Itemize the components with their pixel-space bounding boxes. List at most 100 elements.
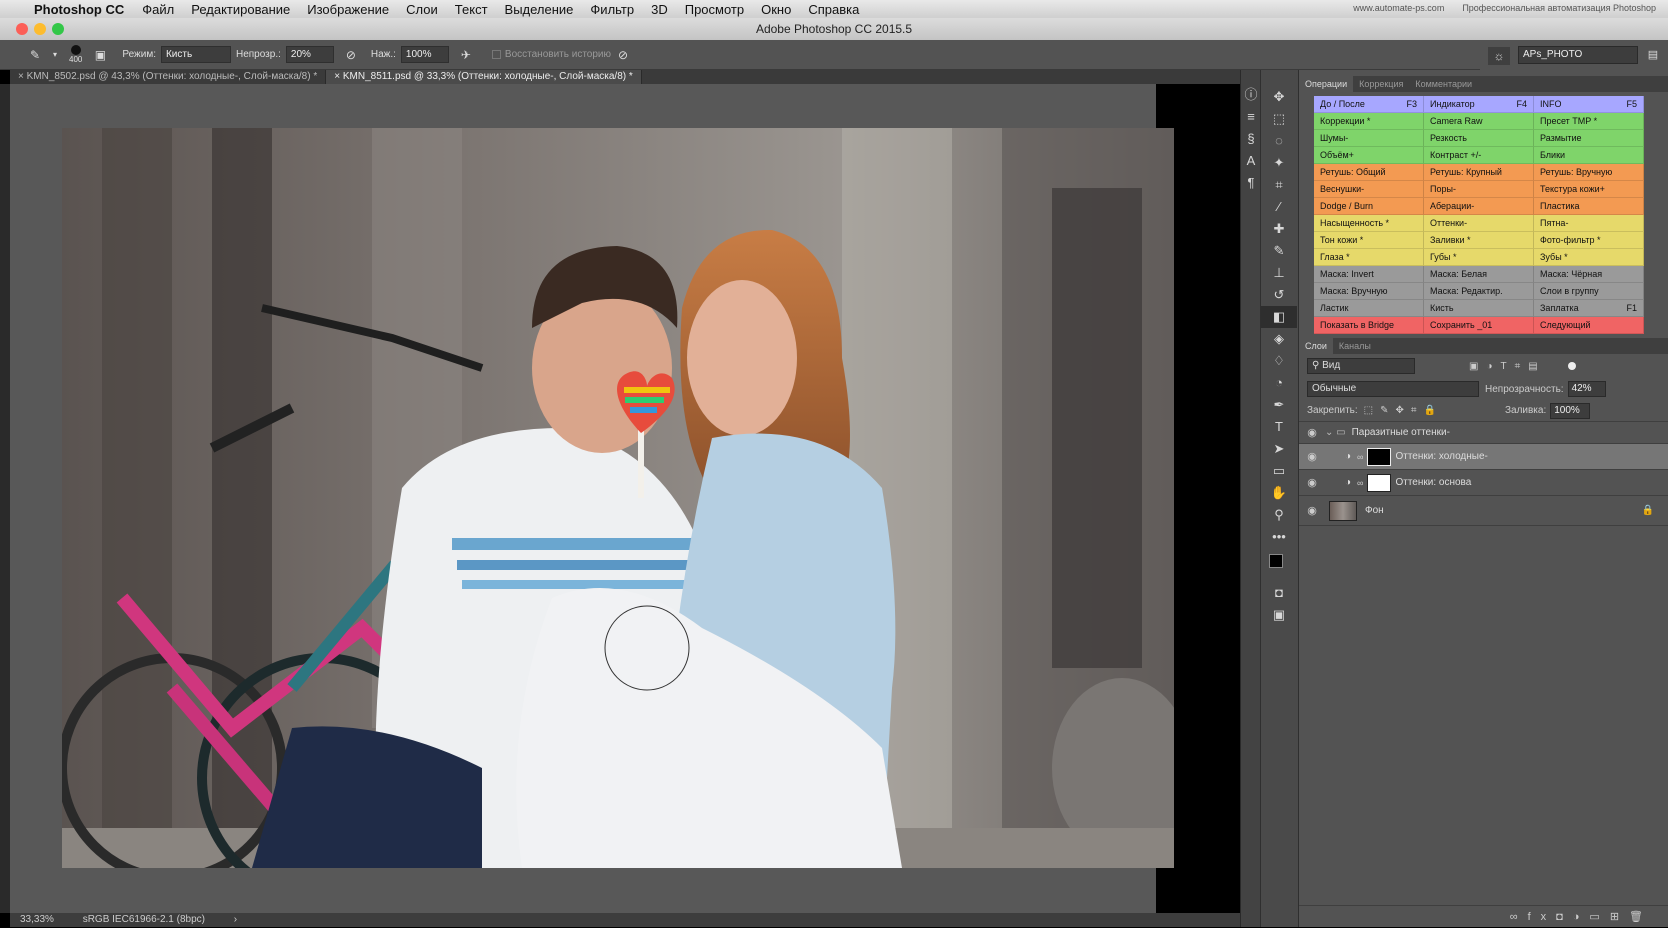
- close-icon[interactable]: ×: [334, 71, 343, 82]
- action-button[interactable]: Текстура кожи+: [1534, 181, 1644, 198]
- more-tools-icon[interactable]: •••: [1261, 526, 1297, 548]
- airbrush-icon[interactable]: ✈: [457, 48, 475, 62]
- workspace-menu-icon[interactable]: ▤: [1644, 46, 1662, 64]
- action-button[interactable]: Веснушки-: [1314, 181, 1424, 198]
- eye-icon[interactable]: ◉: [1299, 426, 1325, 439]
- eye-icon[interactable]: ◉: [1299, 450, 1325, 463]
- eyedropper-icon[interactable]: ⁄: [1261, 196, 1297, 218]
- action-button[interactable]: До / После F3: [1314, 96, 1424, 113]
- quick-mask-icon[interactable]: ◘: [1261, 582, 1297, 604]
- tab-comments[interactable]: Комментарии: [1409, 76, 1478, 92]
- foreground-color-swatch[interactable]: [1269, 554, 1283, 568]
- layer-mask-thumbnail[interactable]: [1367, 447, 1392, 466]
- menu-select[interactable]: Выделение: [505, 2, 574, 17]
- action-button[interactable]: Губы *: [1424, 249, 1534, 266]
- menu-file[interactable]: Файл: [142, 2, 174, 17]
- screen-mode-icon[interactable]: ▣: [1261, 604, 1297, 626]
- dodge-tool-icon[interactable]: ◔: [1261, 372, 1297, 394]
- action-button[interactable]: Пресет TMP *: [1534, 113, 1644, 130]
- hand-tool-icon[interactable]: ✋: [1261, 482, 1297, 504]
- opacity-input[interactable]: 20%: [285, 46, 334, 63]
- action-button[interactable]: Ретушь: Вручную: [1534, 164, 1644, 181]
- action-button[interactable]: Заливки *: [1424, 232, 1534, 249]
- group-expand-icon[interactable]: ⌄ ▭: [1325, 427, 1346, 438]
- close-window-button[interactable]: [16, 23, 28, 35]
- brush-tool-icon[interactable]: ✎: [1261, 240, 1297, 262]
- blur-tool-icon[interactable]: ♢: [1261, 350, 1297, 372]
- history-brush-icon[interactable]: ↺: [1261, 284, 1297, 306]
- action-button[interactable]: Маска: Белая: [1424, 266, 1534, 283]
- layer-row-background[interactable]: ◉ Фон 🔒: [1299, 496, 1668, 526]
- lock-icons[interactable]: ⬚✎✥⌗🔒: [1364, 405, 1443, 416]
- erase-to-history-checkbox[interactable]: [491, 50, 501, 59]
- layer-row-selected[interactable]: ◉ ◑ ∞ Оттенки: холодные-: [1299, 444, 1668, 470]
- action-button[interactable]: Показать в Bridge: [1314, 317, 1424, 334]
- action-button[interactable]: Ретушь: Общий: [1314, 164, 1424, 181]
- action-button[interactable]: Camera Raw: [1424, 113, 1534, 130]
- action-button[interactable]: Кисть: [1424, 300, 1534, 317]
- action-button[interactable]: Ретушь: Крупный: [1424, 164, 1534, 181]
- action-button[interactable]: Зубы *: [1534, 249, 1644, 266]
- eraser-preset-icon[interactable]: ✎: [26, 48, 44, 62]
- action-button[interactable]: Шумы-: [1314, 130, 1424, 147]
- character-panel-icon[interactable]: A: [1241, 150, 1261, 172]
- workspace-select[interactable]: APs_PHOTO: [1518, 46, 1638, 64]
- document-canvas-photo[interactable]: [62, 128, 1174, 868]
- minimize-window-button[interactable]: [34, 23, 46, 35]
- clone-stamp-icon[interactable]: ⊥: [1261, 262, 1297, 284]
- action-button[interactable]: Оттенки-: [1424, 215, 1534, 232]
- menu-image[interactable]: Изображение: [307, 2, 389, 17]
- menu-layers[interactable]: Слои: [406, 2, 438, 17]
- tab-actions[interactable]: Операции: [1299, 76, 1354, 92]
- action-button[interactable]: Маска: Invert: [1314, 266, 1424, 283]
- menu-window[interactable]: Окно: [761, 2, 791, 17]
- action-button[interactable]: Блики: [1534, 147, 1644, 164]
- action-button[interactable]: Поры-: [1424, 181, 1534, 198]
- action-button[interactable]: Индикатор F4: [1424, 96, 1534, 113]
- magic-wand-icon[interactable]: ✦: [1261, 152, 1297, 174]
- action-button[interactable]: Размытие: [1534, 130, 1644, 147]
- mode-select[interactable]: Кисть: [160, 46, 231, 63]
- pen-tool-icon[interactable]: ✒: [1261, 394, 1297, 416]
- action-button[interactable]: Пластика: [1534, 198, 1644, 215]
- brush-size-picker[interactable]: 400: [69, 45, 82, 64]
- menu-help[interactable]: Справка: [808, 2, 859, 17]
- crop-tool-icon[interactable]: ⌗: [1261, 174, 1297, 196]
- action-button[interactable]: INFO F5: [1534, 96, 1644, 113]
- close-icon[interactable]: ×: [18, 71, 27, 82]
- link-icon[interactable]: ∞: [1357, 478, 1363, 488]
- path-selection-icon[interactable]: ➤: [1261, 438, 1297, 460]
- app-name-menu[interactable]: Photoshop CC: [34, 2, 124, 17]
- link-icon[interactable]: ∞: [1357, 452, 1363, 462]
- layer-row-group[interactable]: ◉ ⌄ ▭ Паразитные оттенки-: [1299, 422, 1668, 444]
- eye-icon[interactable]: ◉: [1299, 476, 1325, 489]
- layer-thumbnail[interactable]: [1329, 500, 1357, 521]
- action-button[interactable]: Слои в группу: [1534, 283, 1644, 300]
- tab-channels[interactable]: Каналы: [1333, 338, 1377, 354]
- doc-tab-2[interactable]: × KMN_8511.psd @ 33,3% (Оттенки: холодны…: [326, 70, 642, 84]
- fill-input[interactable]: 100%: [1550, 402, 1591, 419]
- type-tool-icon[interactable]: T: [1261, 416, 1297, 438]
- action-button[interactable]: Резкость: [1424, 130, 1534, 147]
- paths-panel-icon[interactable]: §: [1241, 128, 1261, 150]
- paragraph-panel-icon[interactable]: ¶: [1241, 172, 1261, 194]
- flow-input[interactable]: 100%: [400, 46, 449, 63]
- action-button[interactable]: Контраст +/-: [1424, 147, 1534, 164]
- info-panel-icon[interactable]: ⓘ: [1241, 84, 1261, 106]
- menu-3d[interactable]: 3D: [651, 2, 668, 17]
- action-button[interactable]: Маска: Редактир.: [1424, 283, 1534, 300]
- action-button[interactable]: Dodge / Burn: [1314, 198, 1424, 215]
- blend-mode-select[interactable]: Обычные: [1307, 381, 1479, 397]
- action-button[interactable]: Фото-фильтр *: [1534, 232, 1644, 249]
- rectangle-tool-icon[interactable]: ▭: [1261, 460, 1297, 482]
- menu-type[interactable]: Текст: [455, 2, 488, 17]
- action-button[interactable]: Пятна-: [1534, 215, 1644, 232]
- action-button[interactable]: Заплатка F1: [1534, 300, 1644, 317]
- doc-tab-1[interactable]: × KMN_8502.psd @ 43,3% (Оттенки: холодны…: [10, 70, 327, 84]
- layer-filter-icons[interactable]: ▣◑T⌗▤: [1469, 361, 1546, 372]
- menu-edit[interactable]: Редактирование: [191, 2, 290, 17]
- tab-layers[interactable]: Слои: [1299, 338, 1333, 354]
- gear-icon[interactable]: ☼: [1488, 47, 1510, 65]
- adjustments-panel-icon[interactable]: ≡: [1241, 106, 1261, 128]
- zoom-tool-icon[interactable]: ⚲: [1261, 504, 1297, 526]
